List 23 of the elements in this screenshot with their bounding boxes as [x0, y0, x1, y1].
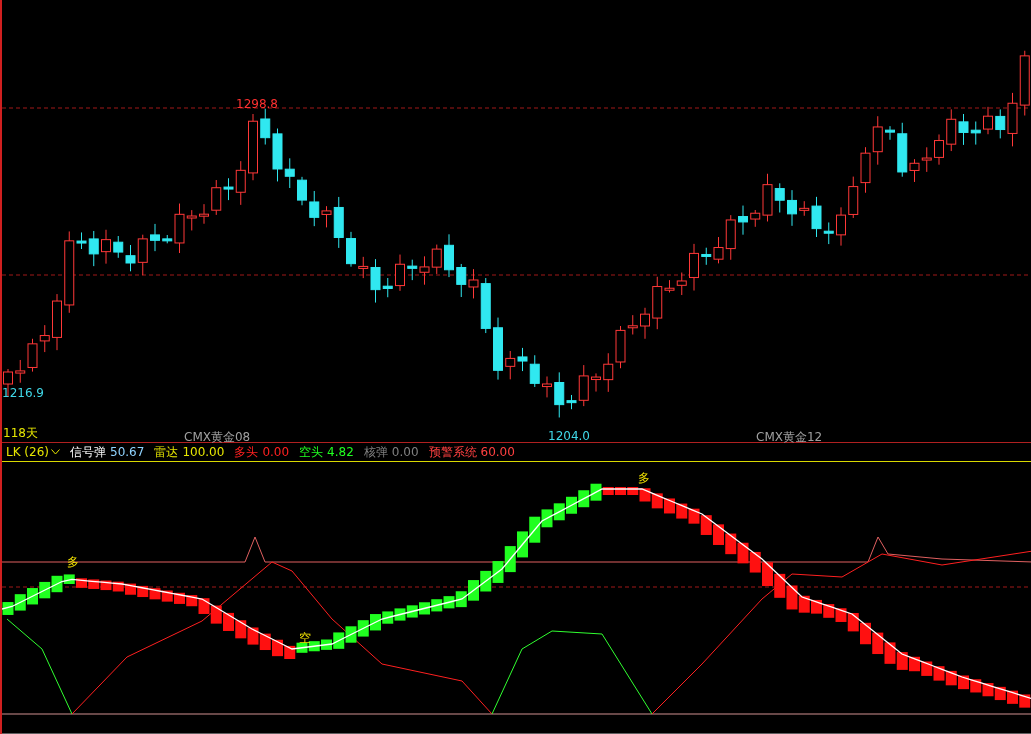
indicator-value: 60.00	[480, 444, 515, 461]
indicator-name: 预警系统	[428, 444, 477, 461]
chevron-down-icon	[51, 449, 60, 455]
indicator-value: 0.00	[262, 444, 290, 461]
indicator-name: 空头	[299, 444, 324, 461]
chart-label: 1204.0	[548, 429, 590, 443]
signal-marker: 多	[638, 472, 650, 485]
indicator-name: 信号弹	[70, 444, 106, 461]
indicator-value: 0.00	[391, 444, 419, 461]
chart-label: 1298.8	[236, 97, 278, 111]
indicator-name: 多头	[234, 444, 259, 461]
indicator-value: 50.67	[110, 444, 145, 461]
chart-label: CMX黄金08	[184, 430, 251, 444]
indicator-name: 核弹	[363, 444, 388, 461]
chart-label: 118天	[3, 426, 38, 440]
indicator-name: 雷达	[154, 444, 179, 461]
signal-marker: 多	[67, 556, 79, 569]
indicator-value: 100.00	[182, 444, 225, 461]
indicator-selector[interactable]: LK (26)	[6, 443, 60, 461]
chart-label: CMX黄金12	[756, 430, 823, 444]
indicator-value: 4.82	[327, 444, 354, 461]
chart-label: 1216.9	[2, 386, 44, 400]
signal-marker: 空	[299, 632, 311, 645]
